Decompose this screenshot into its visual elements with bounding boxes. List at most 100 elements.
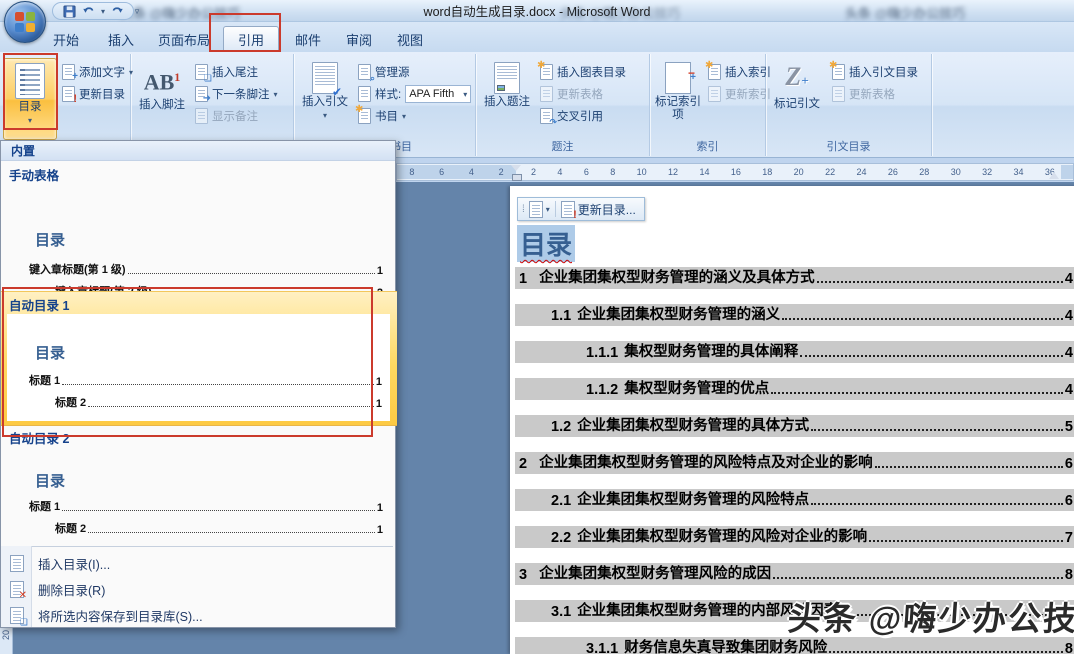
tab-insert[interactable]: 插入 [95, 26, 147, 52]
tab-page-layout[interactable]: 页面布局 [150, 26, 218, 52]
gallery-item-manual-table[interactable]: 手动表格 目录 键入章标题(第 1 级)1 键入章标题(第 2 级)2 [1, 163, 397, 291]
cross-reference-icon: ↷ [540, 108, 553, 124]
insert-toa-icon: ✱ [832, 64, 845, 80]
toc-field-toolbar: ⁞ ▾ ! 更新目录... [517, 197, 645, 221]
toc-entry[interactable]: 1.1.2集权型财务管理的优点4 [515, 378, 1074, 400]
toc-entry[interactable]: 3企业集团集权型财务管理风险的成因8 [515, 563, 1074, 585]
tab-home[interactable]: 开始 [40, 26, 92, 52]
update-table-toa-button[interactable]: 更新表格 [832, 84, 895, 104]
toc-entry[interactable]: 2.2企业集团集权型财务管理的风险对企业的影响7 [515, 526, 1074, 548]
insert-table-of-figures-icon: ✱ [540, 64, 553, 80]
toolbar-separator [555, 201, 556, 217]
toc-entry[interactable]: 1.1.1集权型财务管理的具体阐释4 [515, 341, 1074, 363]
update-table-icon [540, 86, 553, 102]
remove-toc-icon: ✕ [10, 581, 24, 598]
insert-index-button[interactable]: ✱ 插入索引 [708, 62, 771, 82]
show-notes-button[interactable]: 显示备注 [195, 106, 258, 126]
vertical-ruler-number: 20 [1, 630, 11, 640]
group-label-index: 索引 [650, 138, 765, 154]
style-combo[interactable]: 样式: APA Fifth▾ [358, 84, 471, 104]
update-index-button[interactable]: 更新索引 [708, 84, 771, 104]
gallery-item-automatic-table-2[interactable]: 自动目录 2 目录 标题 11 标题 21 [1, 426, 397, 544]
insert-caption-button[interactable]: 插入题注 [480, 58, 534, 140]
undo-icon[interactable] [81, 4, 97, 19]
update-toc-button[interactable]: ! 更新目录 [62, 84, 125, 104]
group-label-captions: 题注 [476, 138, 649, 154]
toc-entry[interactable]: 1.1企业集团集权型财务管理的涵义4 [515, 304, 1074, 326]
manage-sources-icon: ⌕ [358, 64, 371, 80]
manage-sources-button[interactable]: ⌕ 管理源 [358, 62, 410, 82]
save-selection-icon: ❏ [10, 607, 24, 624]
group-captions: 插入题注 ✱ 插入图表目录 更新表格 ↷ 交叉引用 题注 [476, 54, 650, 156]
office-button[interactable] [4, 1, 46, 43]
quick-access-toolbar: ▾ [52, 2, 134, 20]
group-table-of-authorities: Z+ 标记引文 ✱ 插入引文目录 更新表格 引文目录 [766, 54, 932, 156]
right-indent-marker[interactable] [1049, 167, 1059, 179]
style-icon [358, 86, 371, 102]
add-text-button[interactable]: + 添加文字▾ [62, 62, 133, 82]
gallery-item-automatic-table-1[interactable]: 自动目录 1 目录 标题 11 标题 21 [1, 291, 397, 426]
group-index: −+ 标记索引项 ✱ 插入索引 更新索引 索引 [650, 54, 766, 156]
toc-entry[interactable]: 2.1企业集团集权型财务管理的风险特点6 [515, 489, 1074, 511]
insert-index-icon: ✱ [708, 64, 721, 80]
ruler-numbers: 246 81012 141618 202224 262830 323436 [531, 165, 1055, 179]
toc-field-icon [529, 201, 543, 218]
toolbar-grip-icon[interactable]: ⁞ [522, 204, 524, 215]
next-footnote-icon: ➜ [195, 86, 208, 102]
next-footnote-button[interactable]: ➜ 下一条脚注▾ [195, 84, 278, 104]
show-notes-icon [195, 108, 208, 124]
menu-remove-toc[interactable]: ✕ 删除目录(R) [2, 576, 395, 602]
indent-marker[interactable] [511, 164, 521, 182]
ruler-margin-area: 86 42 [397, 165, 516, 179]
toc-gallery-header: 内置 [1, 141, 395, 161]
toc-entry[interactable]: 1企业集团集权型财务管理的涵义及具体方式4 [515, 267, 1074, 289]
word-application-window: 头条 @嗨少办公技巧 头条 @嗨少办公技巧 头条 @嗨少办公技巧 word自动生… [0, 0, 1074, 654]
toc-entry[interactable]: 2企业集团集权型财务管理的风险特点及对企业的影响6 [515, 452, 1074, 474]
blurred-watermark: 头条 @嗨少办公技巧 [560, 3, 680, 22]
toc-entry[interactable]: 1.2企业集团集权型财务管理的具体方式5 [515, 415, 1074, 437]
update-toc-field-button[interactable]: ! 更新目录... [561, 201, 636, 218]
undo-dropdown-caret[interactable]: ▾ [101, 7, 105, 16]
toc-big-icon [15, 63, 45, 99]
insert-toc-icon [10, 555, 24, 572]
insert-citation-button[interactable]: ✔ 插入引文 ▾ [298, 58, 352, 140]
menu-save-selection-to-gallery[interactable]: ❏ 将所选内容保存到目录库(S)... [2, 602, 395, 628]
mark-entry-icon: −+ [665, 62, 691, 94]
update-table-toa-icon [832, 86, 845, 102]
watermark-text: 头条 @嗨少办公技巧 [786, 592, 1074, 640]
cross-reference-button[interactable]: ↷ 交叉引用 [540, 106, 603, 126]
insert-endnote-icon: ❏ [195, 64, 208, 80]
tab-references[interactable]: 引用 [223, 26, 279, 52]
save-icon[interactable] [61, 4, 77, 19]
mark-citation-icon: Z+ [785, 62, 808, 96]
insert-endnote-button[interactable]: ❏ 插入尾注 [195, 62, 258, 82]
update-table-captions-button[interactable]: 更新表格 [540, 84, 603, 104]
mark-entry-button[interactable]: −+ 标记索引项 [653, 58, 703, 140]
mark-citation-button[interactable]: Z+ 标记引文 [770, 58, 824, 140]
toc-heading[interactable]: 目录 [517, 225, 575, 262]
tab-review[interactable]: 审阅 [335, 26, 383, 52]
horizontal-ruler[interactable]: 86 42 246 81012 141618 202224 262830 323… [396, 163, 1074, 181]
customize-qat-caret-icon[interactable]: ▿ [130, 4, 144, 18]
bibliography-button[interactable]: ✱ 书目▾ [358, 106, 406, 126]
toc-field-menu-button[interactable]: ▾ [529, 201, 550, 218]
toc-gallery-button[interactable]: 目录 ▾ [3, 58, 57, 140]
insert-toa-button[interactable]: ✱ 插入引文目录 [832, 62, 918, 82]
group-label-toa: 引文目录 [766, 138, 931, 154]
add-text-icon: + [62, 64, 75, 80]
insert-caption-icon [494, 62, 520, 94]
tab-mailings[interactable]: 邮件 [284, 26, 332, 52]
insert-table-of-figures-button[interactable]: ✱ 插入图表目录 [540, 62, 626, 82]
tab-view[interactable]: 视图 [386, 26, 434, 52]
insert-footnote-icon: AB1 [144, 62, 181, 97]
update-index-icon [708, 86, 721, 102]
insert-footnote-button[interactable]: AB1 插入脚注 [135, 58, 189, 140]
style-value: APA Fifth [409, 88, 454, 100]
redo-icon[interactable] [109, 4, 125, 19]
menu-separator [3, 546, 393, 547]
toc-dropdown-caret-icon: ▾ [28, 116, 32, 125]
title-bar: 头条 @嗨少办公技巧 头条 @嗨少办公技巧 头条 @嗨少办公技巧 word自动生… [0, 0, 1074, 22]
blurred-watermark: 头条 @嗨少办公技巧 [845, 3, 965, 22]
document-page[interactable]: ⁞ ▾ ! 更新目录... 目录 1企业集团集权型财务管理的涵义及具体方式4 1… [510, 186, 1074, 654]
menu-insert-toc[interactable]: 插入目录(I)... [2, 550, 395, 576]
